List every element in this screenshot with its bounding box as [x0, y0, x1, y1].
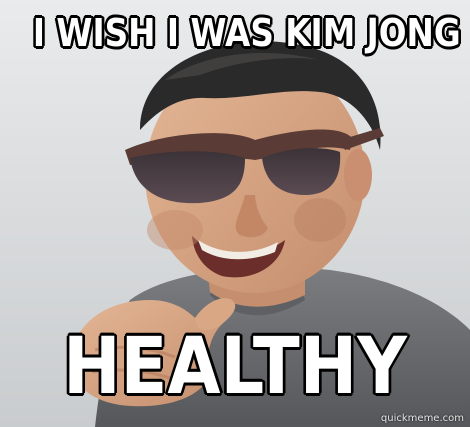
watermark: quickmeme.com	[380, 413, 464, 424]
meme-image: I WISH I WAS KIM JONG HEALTHY quickmeme.…	[0, 0, 470, 427]
meme-caption-top: I WISH I WAS KIM JONG	[32, 11, 461, 55]
ear	[344, 149, 372, 201]
cheek-shadow	[147, 210, 203, 250]
cheek-shadow	[294, 198, 346, 242]
meme-caption-bottom: HEALTHY	[63, 322, 407, 412]
